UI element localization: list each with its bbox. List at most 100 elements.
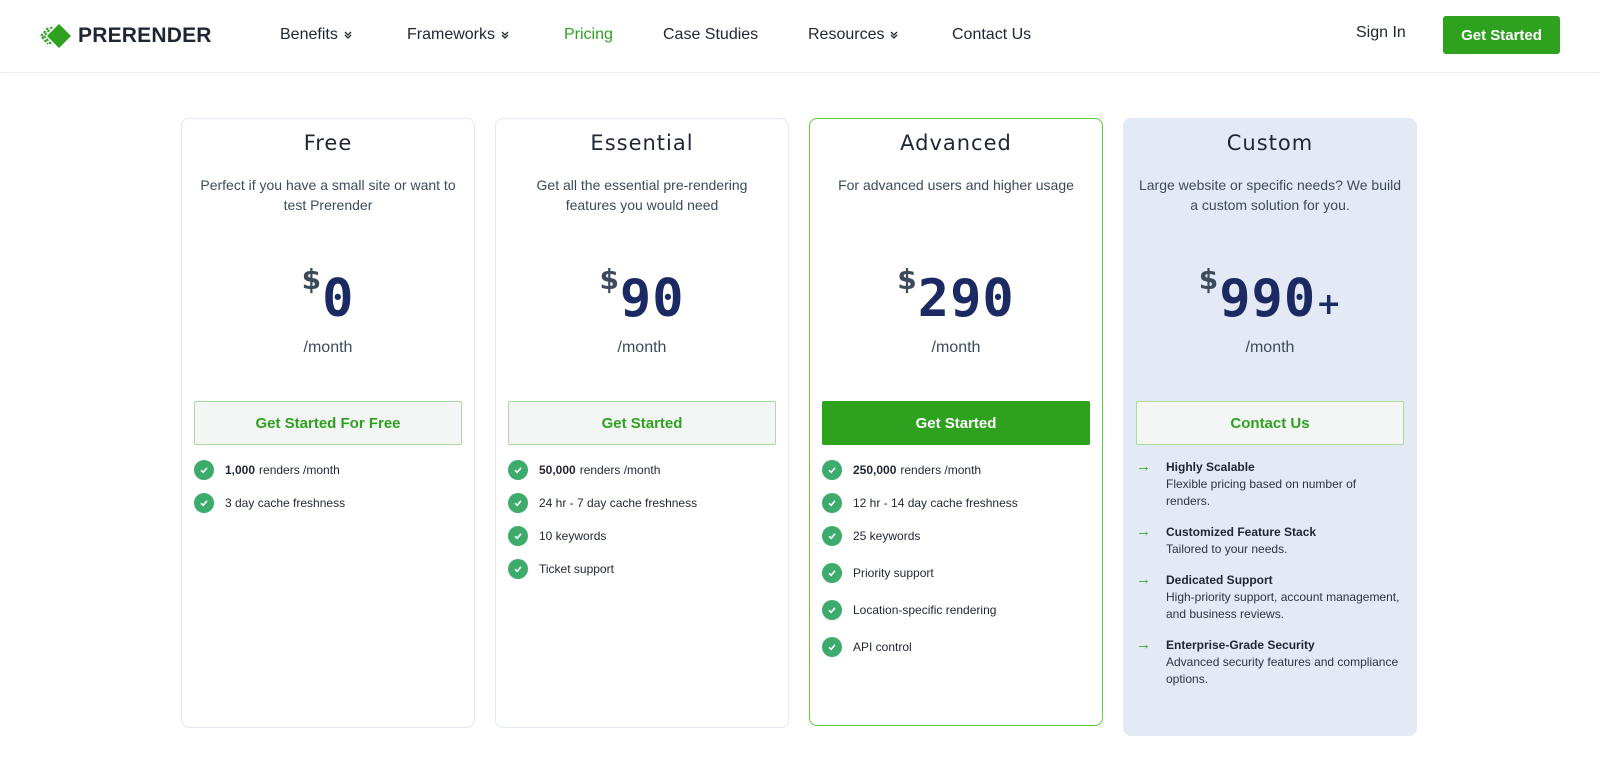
get-started-button[interactable]: Get Started: [1443, 16, 1560, 54]
plan-card-free: Free Perfect if you have a small site or…: [181, 118, 475, 728]
currency-symbol: $: [301, 263, 322, 296]
feature-item: 250,000 renders /month: [822, 459, 1092, 481]
feature-description: Flexible pricing based on number of rend…: [1166, 477, 1357, 508]
price-amount: 990: [1219, 269, 1317, 329]
double-chevron-down-icon: [891, 31, 898, 39]
nav-label: Case Studies: [663, 26, 759, 43]
check-circle-icon: [508, 460, 528, 480]
nav-label: Pricing: [564, 26, 613, 43]
feature-description: Tailored to your needs.: [1166, 542, 1288, 556]
check-circle-icon: [822, 526, 842, 546]
get-started-advanced-button[interactable]: Get Started: [822, 401, 1090, 445]
price-period: /month: [617, 339, 667, 356]
feature-item: Location-specific rendering: [822, 599, 1092, 621]
currency-symbol: $: [1198, 263, 1219, 296]
check-circle-icon: [822, 600, 842, 620]
nav-resources[interactable]: Resources: [808, 24, 899, 46]
feature-text: 24 hr - 7 day cache freshness: [539, 496, 698, 510]
plan-description: Get all the essential pre-rendering feat…: [536, 177, 748, 213]
price-suffix: +: [1316, 287, 1342, 322]
plan-card-essential: Essential Get all the essential pre-rend…: [495, 118, 789, 728]
nav-label: Frameworks: [407, 26, 496, 43]
custom-feature-item: → Customized Feature Stack Tailored to y…: [1136, 524, 1402, 558]
double-chevron-down-icon: [501, 31, 509, 39]
currency-symbol: $: [599, 263, 619, 296]
brand-name: PRERENDER: [78, 24, 212, 47]
feature-title: Customized Feature Stack: [1166, 525, 1317, 539]
feature-list: 1,000 renders /month 3 day cache freshne…: [194, 459, 464, 525]
check-circle-icon: [822, 493, 842, 513]
double-chevron-down-icon: [344, 31, 352, 39]
nav-label: Resources: [808, 26, 885, 43]
feature-highlight: 1,000: [225, 463, 256, 477]
nav-frameworks[interactable]: Frameworks: [407, 24, 510, 46]
plan-description: Perfect if you have a small site or want…: [200, 177, 456, 213]
feature-text: Location-specific rendering: [853, 603, 997, 617]
price-amount: 0: [322, 269, 355, 329]
feature-list: 250,000 renders /month 12 hr - 14 day ca…: [822, 459, 1092, 669]
check-circle-icon: [508, 526, 528, 546]
check-circle-icon: [194, 493, 214, 513]
arrow-right-icon: →: [1136, 523, 1151, 540]
feature-item: 50,000 renders /month: [508, 459, 778, 481]
feature-title: Dedicated Support: [1166, 573, 1273, 587]
plan-name: Advanced: [900, 131, 1012, 155]
nav-label: Benefits: [280, 26, 338, 43]
nav-pricing[interactable]: Pricing: [564, 24, 613, 46]
price-period: /month: [1245, 339, 1295, 356]
feature-text: renders /month: [579, 463, 661, 477]
plan-price: $ 0: [182, 259, 474, 329]
feature-item: 12 hr - 14 day cache freshness: [822, 492, 1092, 514]
brand-logo[interactable]: PRERENDER: [38, 22, 212, 50]
nav-contact-us[interactable]: Contact Us: [952, 24, 1031, 46]
plan-price: $ 290: [810, 259, 1102, 329]
feature-title: Enterprise-Grade Security: [1166, 638, 1315, 652]
feature-title: Highly Scalable: [1166, 460, 1255, 474]
plan-description: Large website or specific needs? We buil…: [1138, 177, 1401, 213]
feature-list: 50,000 renders /month 24 hr - 7 day cach…: [508, 459, 778, 591]
feature-highlight: 250,000: [853, 463, 897, 477]
get-started-free-button[interactable]: Get Started For Free: [194, 401, 462, 445]
nav-benefits[interactable]: Benefits: [280, 24, 353, 46]
feature-text: renders /month: [900, 463, 982, 477]
feature-text: 3 day cache freshness: [225, 496, 346, 510]
feature-text: 10 keywords: [539, 529, 607, 543]
plan-price: $ 990 +: [1124, 259, 1416, 329]
feature-item: 10 keywords: [508, 525, 778, 547]
check-circle-icon: [822, 637, 842, 657]
price-amount: 90: [619, 269, 685, 329]
check-circle-icon: [822, 563, 842, 583]
check-circle-icon: [822, 460, 842, 480]
feature-description: Advanced security features and complianc…: [1166, 655, 1399, 686]
top-navbar: PRERENDER Benefits Frameworks Pricing Ca…: [0, 0, 1600, 73]
feature-text: Ticket support: [539, 562, 614, 576]
feature-highlight: 50,000: [539, 463, 576, 477]
check-circle-icon: [194, 460, 214, 480]
currency-symbol: $: [897, 263, 917, 296]
feature-description: High-priority support, account managemen…: [1166, 590, 1400, 621]
plan-card-custom: Custom Large website or specific needs? …: [1123, 118, 1417, 736]
sign-in-link[interactable]: Sign In: [1356, 24, 1406, 42]
arrow-right-icon: →: [1136, 571, 1151, 588]
plan-name: Custom: [1226, 131, 1314, 155]
prerender-logo-icon: [39, 24, 71, 48]
nav-label: Contact Us: [952, 26, 1032, 43]
plan-name: Free: [303, 131, 353, 155]
feature-text: API control: [853, 640, 912, 654]
feature-item: 3 day cache freshness: [194, 492, 464, 514]
feature-item: API control: [822, 636, 1092, 658]
feature-item: 1,000 renders /month: [194, 459, 464, 481]
price-amount: 290: [917, 269, 1015, 329]
custom-feature-item: → Highly Scalable Flexible pricing based…: [1136, 459, 1402, 510]
feature-text: renders /month: [259, 463, 340, 477]
arrow-right-icon: →: [1136, 636, 1151, 653]
contact-us-button[interactable]: Contact Us: [1136, 401, 1404, 445]
check-circle-icon: [508, 559, 528, 579]
get-started-essential-button[interactable]: Get Started: [508, 401, 776, 445]
price-period: /month: [931, 339, 981, 356]
feature-item: Ticket support: [508, 558, 778, 580]
nav-case-studies[interactable]: Case Studies: [663, 24, 758, 46]
plan-name: Essential: [590, 131, 694, 155]
plan-price: $ 90: [496, 259, 788, 329]
custom-feature-item: → Dedicated Support High-priority suppor…: [1136, 572, 1402, 623]
